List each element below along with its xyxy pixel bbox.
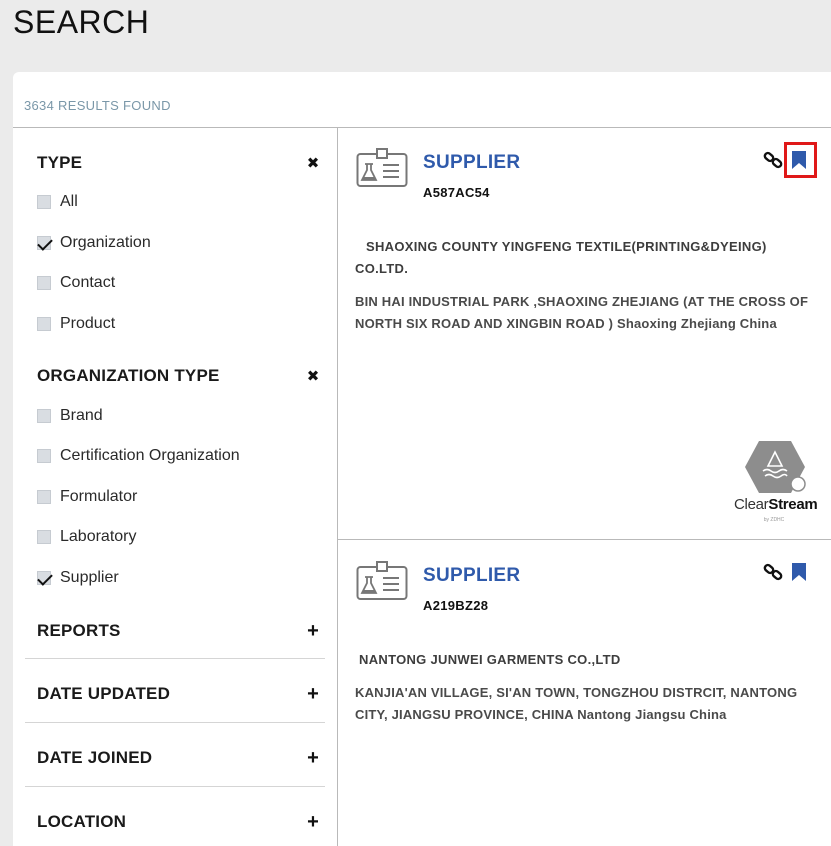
clear-type-icon[interactable]: ✖ <box>305 154 321 172</box>
filter-org-type-header: ORGANIZATION TYPE ✖ <box>37 364 321 388</box>
divider <box>25 722 325 723</box>
clear-org-type-icon[interactable]: ✖ <box>305 367 321 385</box>
card-company-name: SHAOXING COUNTY YINGFENG TEXTILE(PRINTIN… <box>355 239 767 276</box>
option-label: Organization <box>60 234 151 251</box>
option-label: Formulator <box>60 488 138 505</box>
filter-reports-header[interactable]: REPORTS + <box>37 619 321 643</box>
filter-date-updated-header[interactable]: DATE UPDATED + <box>37 682 321 706</box>
option-type-contact[interactable]: Contact <box>37 272 115 294</box>
expand-plus-icon[interactable]: + <box>305 684 321 704</box>
option-label: Laboratory <box>60 528 137 545</box>
option-label: Brand <box>60 407 103 424</box>
bookmark-icon[interactable] <box>790 562 808 582</box>
result-card[interactable]: SUPPLIER A587AC54 SHAOXING COUNTY YINGFE… <box>338 128 831 540</box>
option-org-laboratory[interactable]: Laboratory <box>37 526 137 548</box>
checkbox[interactable] <box>37 490 51 504</box>
search-panel: 3634 RESULTS FOUND TYPE ✖ All Organizati… <box>13 72 831 846</box>
filter-type-header: TYPE ✖ <box>37 151 321 175</box>
checkbox[interactable] <box>37 571 51 585</box>
card-title[interactable]: SUPPLIER <box>423 152 520 174</box>
checkbox[interactable] <box>37 317 51 331</box>
filter-location-title: LOCATION <box>37 812 127 831</box>
divider <box>25 786 325 787</box>
lab-badge-icon <box>356 148 408 187</box>
filter-reports-title: REPORTS <box>37 621 121 640</box>
clearstream-bold: Stream <box>768 496 818 513</box>
option-label: Certification Organization <box>60 447 240 464</box>
checkbox[interactable] <box>37 236 51 250</box>
card-company-name: NANTONG JUNWEI GARMENTS CO.,LTD <box>359 652 621 667</box>
filter-date-joined-header[interactable]: DATE JOINED + <box>37 746 321 770</box>
option-type-product[interactable]: Product <box>37 313 115 335</box>
link-icon[interactable] <box>763 562 783 582</box>
results-count: 3634 RESULTS FOUND <box>24 98 171 113</box>
option-label: Supplier <box>60 569 119 586</box>
lab-badge-icon <box>356 561 408 600</box>
option-org-certification[interactable]: Certification Organization <box>37 445 240 467</box>
option-type-all[interactable]: All <box>37 191 78 213</box>
option-label: All <box>60 193 78 210</box>
checkbox[interactable] <box>37 276 51 290</box>
bookmark-highlight <box>784 142 817 178</box>
checkbox[interactable] <box>37 449 51 463</box>
card-address: BIN HAI INDUSTRIAL PARK ,SHAOXING ZHEJIA… <box>355 294 809 331</box>
card-title[interactable]: SUPPLIER <box>423 565 520 587</box>
page-title: SEARCH <box>13 4 150 40</box>
divider <box>25 658 325 659</box>
filter-sidebar: TYPE ✖ All Organization Contact Product … <box>13 128 337 846</box>
checkbox[interactable] <box>37 530 51 544</box>
expand-plus-icon[interactable]: + <box>305 812 321 832</box>
expand-plus-icon[interactable]: + <box>305 748 321 768</box>
option-label: Contact <box>60 274 116 291</box>
option-org-formulator[interactable]: Formulator <box>37 486 137 508</box>
filter-type-title: TYPE <box>37 153 83 172</box>
clearstream-hex-icon <box>745 441 806 493</box>
card-code: A587AC54 <box>423 185 490 200</box>
filter-location-header[interactable]: LOCATION + <box>37 810 321 834</box>
clearstream-light: Clear <box>734 496 769 513</box>
checkbox[interactable] <box>37 195 51 209</box>
link-icon[interactable] <box>763 150 783 170</box>
clearstream-sub: by ZDHC <box>763 517 785 523</box>
clearstream-logo: ClearStream by ZDHC <box>734 440 818 530</box>
checkbox[interactable] <box>37 409 51 423</box>
filter-org-type-title: ORGANIZATION TYPE <box>37 366 220 385</box>
expand-plus-icon[interactable]: + <box>305 621 321 641</box>
option-label: Product <box>60 315 116 332</box>
option-org-brand[interactable]: Brand <box>37 405 103 427</box>
card-address: KANJIA'AN VILLAGE, SI'AN TOWN, TONGZHOU … <box>355 685 798 722</box>
option-org-supplier[interactable]: Supplier <box>37 567 119 589</box>
clearstream-wordmark: ClearStream <box>734 496 818 513</box>
filter-date-joined-title: DATE JOINED <box>37 748 153 767</box>
card-code: A219BZ28 <box>423 598 489 613</box>
filter-date-updated-title: DATE UPDATED <box>37 684 171 703</box>
result-card[interactable]: SUPPLIER A219BZ28 NANTONG JUNWEI GARMENT… <box>338 540 831 846</box>
option-type-organization[interactable]: Organization <box>37 232 151 254</box>
